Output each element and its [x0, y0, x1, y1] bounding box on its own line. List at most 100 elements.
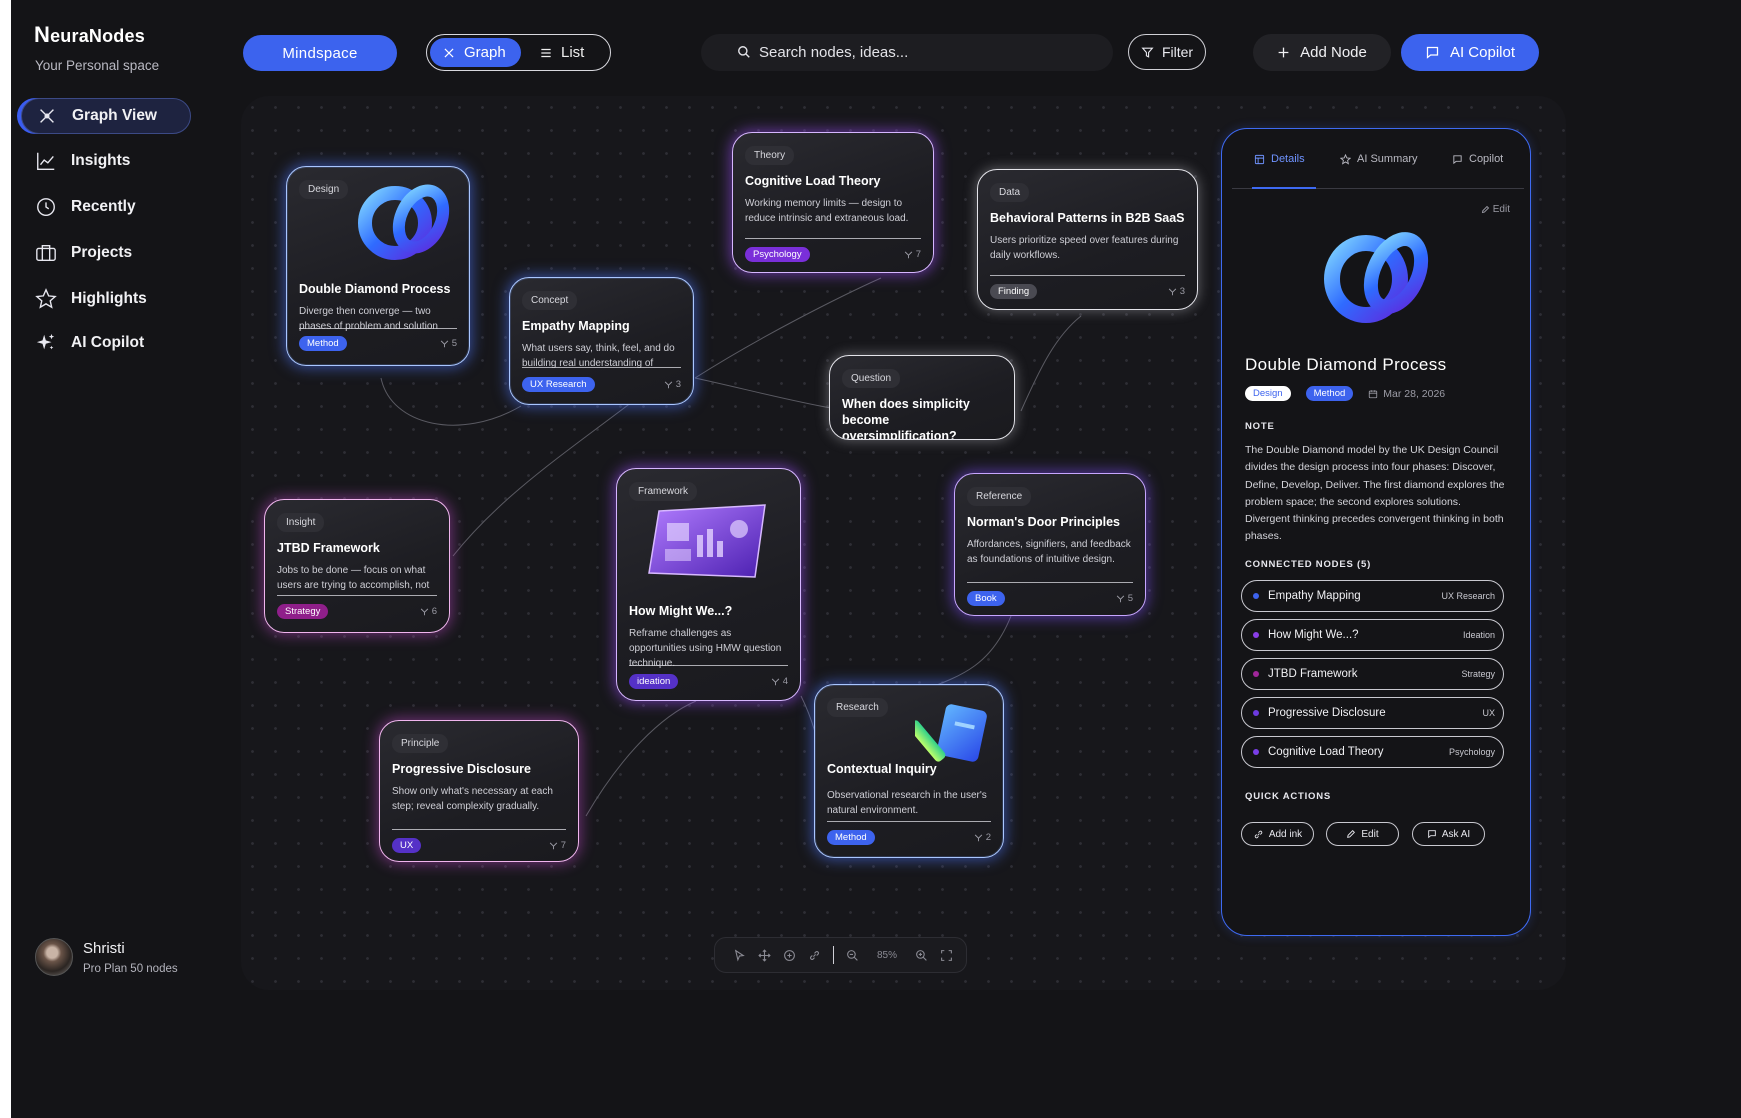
edit-button[interactable]: Edit [1326, 822, 1399, 846]
node-connection-count: 7 [549, 840, 566, 851]
toolbar-divider [833, 946, 834, 964]
avatar [35, 938, 73, 976]
node-tag: Strategy [277, 604, 329, 619]
add-node-button[interactable]: Add Node [1253, 34, 1391, 71]
search-placeholder: Search nodes, ideas... [759, 44, 909, 61]
zoom-out-icon[interactable] [846, 949, 859, 962]
3d-knot-icon [358, 184, 450, 260]
active-tab-indicator [1252, 187, 1316, 189]
tag-pill[interactable]: Design [1245, 386, 1291, 401]
graph-icon [444, 48, 454, 57]
tab-details[interactable]: Details [1254, 153, 1305, 165]
user-plan: Pro Plan 50 nodes [83, 962, 178, 975]
pencil-note-icon [915, 704, 987, 762]
graph-node[interactable]: Design Double Diamond Process Diverge th… [286, 166, 470, 366]
graph-node[interactable]: Data Behavioral Patterns in B2B SaaS Use… [977, 169, 1198, 310]
connected-node-item[interactable]: Progressive Disclosure UX [1241, 697, 1504, 729]
sidebar-item-insights[interactable]: Insights [21, 143, 191, 179]
cursor-icon[interactable] [733, 948, 746, 962]
add-link-button[interactable]: Add ink [1241, 822, 1314, 846]
node-tag: Method [827, 830, 875, 845]
graph-node[interactable]: Insight JTBD Framework Jobs to be done —… [264, 499, 450, 633]
plus-icon [1278, 47, 1289, 58]
divider [745, 238, 921, 239]
connected-node-item[interactable]: Empathy Mapping UX Research [1241, 580, 1504, 612]
node-tag: UX Research [522, 377, 595, 392]
divider [392, 829, 566, 830]
connected-node-item[interactable]: JTBD Framework Strategy [1241, 658, 1504, 690]
node-type: Design [299, 180, 349, 199]
graph-node[interactable]: Concept Empathy Mapping What users say, … [509, 277, 694, 405]
node-title: Double Diamond Process [299, 282, 451, 296]
sidebar-item-label: AI Copilot [71, 334, 145, 351]
tab-ai-summary[interactable]: AI Summary [1340, 153, 1418, 165]
status-dot [1253, 671, 1259, 677]
brand-subtitle: Your Personal space [35, 58, 160, 73]
edit-link[interactable]: Edit [1481, 204, 1510, 215]
node-title: Behavioral Patterns in B2B SaaS [990, 211, 1185, 225]
node-description: Users prioritize speed over features dur… [990, 235, 1179, 261]
graph-node[interactable]: Question When does simplicity become ove… [829, 355, 1015, 440]
link-icon[interactable] [808, 949, 821, 962]
star-icon [1340, 153, 1351, 165]
status-dot [1253, 710, 1259, 716]
node-description: Working memory limits — design to reduce… [745, 198, 909, 224]
connections-icon [1168, 288, 1176, 296]
note-label: NOTE [1245, 421, 1275, 432]
view-graph-button[interactable]: Graph [430, 38, 521, 67]
node-details-panel: Details AI Summary Copilot Edit Double D… [1221, 128, 1531, 936]
graph-node[interactable]: Reference Norman's Door Principles Affor… [954, 473, 1146, 616]
zoom-in-icon[interactable] [915, 949, 928, 962]
user-profile[interactable]: Shristi Pro Plan 50 nodes [35, 938, 178, 976]
divider [522, 367, 681, 368]
node-type: Question [842, 369, 901, 388]
zoom-level: 85% [877, 949, 898, 961]
sidebar-item-graph-view[interactable]: Graph View [21, 98, 191, 134]
move-icon[interactable] [758, 948, 771, 962]
sidebar-item-highlights[interactable]: Highlights [21, 281, 191, 317]
connected-node-item[interactable]: Cognitive Load Theory Psychology [1241, 736, 1504, 768]
app-window: NeuraNodes Your Personal space Graph Vie… [11, 0, 1741, 1118]
mindspace-button[interactable]: Mindspace [243, 35, 397, 71]
status-dot [1253, 749, 1259, 755]
node-tag: Method [299, 336, 347, 351]
node-type: Insight [277, 513, 325, 532]
fullscreen-icon[interactable] [940, 949, 953, 962]
node-connection-count: 3 [664, 379, 681, 390]
graph-node[interactable]: Research Contextual Inquiry Observationa… [814, 684, 1004, 858]
connected-node-item[interactable]: How Might We...? Ideation [1241, 619, 1504, 651]
note-text: The Double Diamond model by the UK Desig… [1245, 444, 1505, 543]
divider [299, 328, 457, 329]
node-title: Progressive Disclosure [392, 762, 531, 776]
ai-copilot-button[interactable]: AI Copilot [1401, 34, 1539, 71]
tag-pill[interactable]: Method [1305, 386, 1354, 401]
graph-node[interactable]: Theory Cognitive Load Theory Working mem… [732, 132, 934, 273]
status-dot [1253, 632, 1259, 638]
search-input[interactable]: Search nodes, ideas... [701, 34, 1113, 71]
sidebar-item-projects[interactable]: Projects [21, 235, 191, 271]
add-circle-icon[interactable] [783, 949, 796, 962]
view-list-button[interactable]: List [527, 38, 596, 67]
divider [629, 665, 788, 666]
node-title: When does simplicity become oversimplifi… [842, 397, 970, 440]
node-connection-count: 2 [974, 832, 991, 843]
list-icon [541, 48, 551, 57]
ask-ai-button[interactable]: Ask AI [1412, 822, 1485, 846]
details-icon [1254, 154, 1265, 164]
graph-node[interactable]: Framework How Might We...? Reframe chall… [616, 468, 801, 701]
node-title: Empathy Mapping [522, 319, 630, 333]
node-tag: Book [967, 591, 1005, 606]
panel-tabs: Details AI Summary Copilot [1232, 143, 1524, 189]
filter-button[interactable]: Filter [1128, 34, 1206, 70]
sidebar-item-recently[interactable]: Recently [21, 189, 191, 225]
sidebar-item-ai-copilot[interactable]: AI Copilot [21, 325, 191, 361]
pencil-icon [1481, 205, 1489, 214]
node-connection-count: 5 [440, 338, 457, 349]
node-type: Principle [392, 734, 449, 753]
divider [967, 582, 1133, 583]
graph-node[interactable]: Principle Progressive Disclosure Show on… [379, 720, 579, 862]
node-type: Theory [745, 146, 795, 165]
brand-logo[interactable]: NeuraNodes [34, 22, 145, 48]
tab-copilot[interactable]: Copilot [1452, 153, 1503, 165]
node-description: Diverge then converge — two phases of pr… [299, 306, 438, 332]
